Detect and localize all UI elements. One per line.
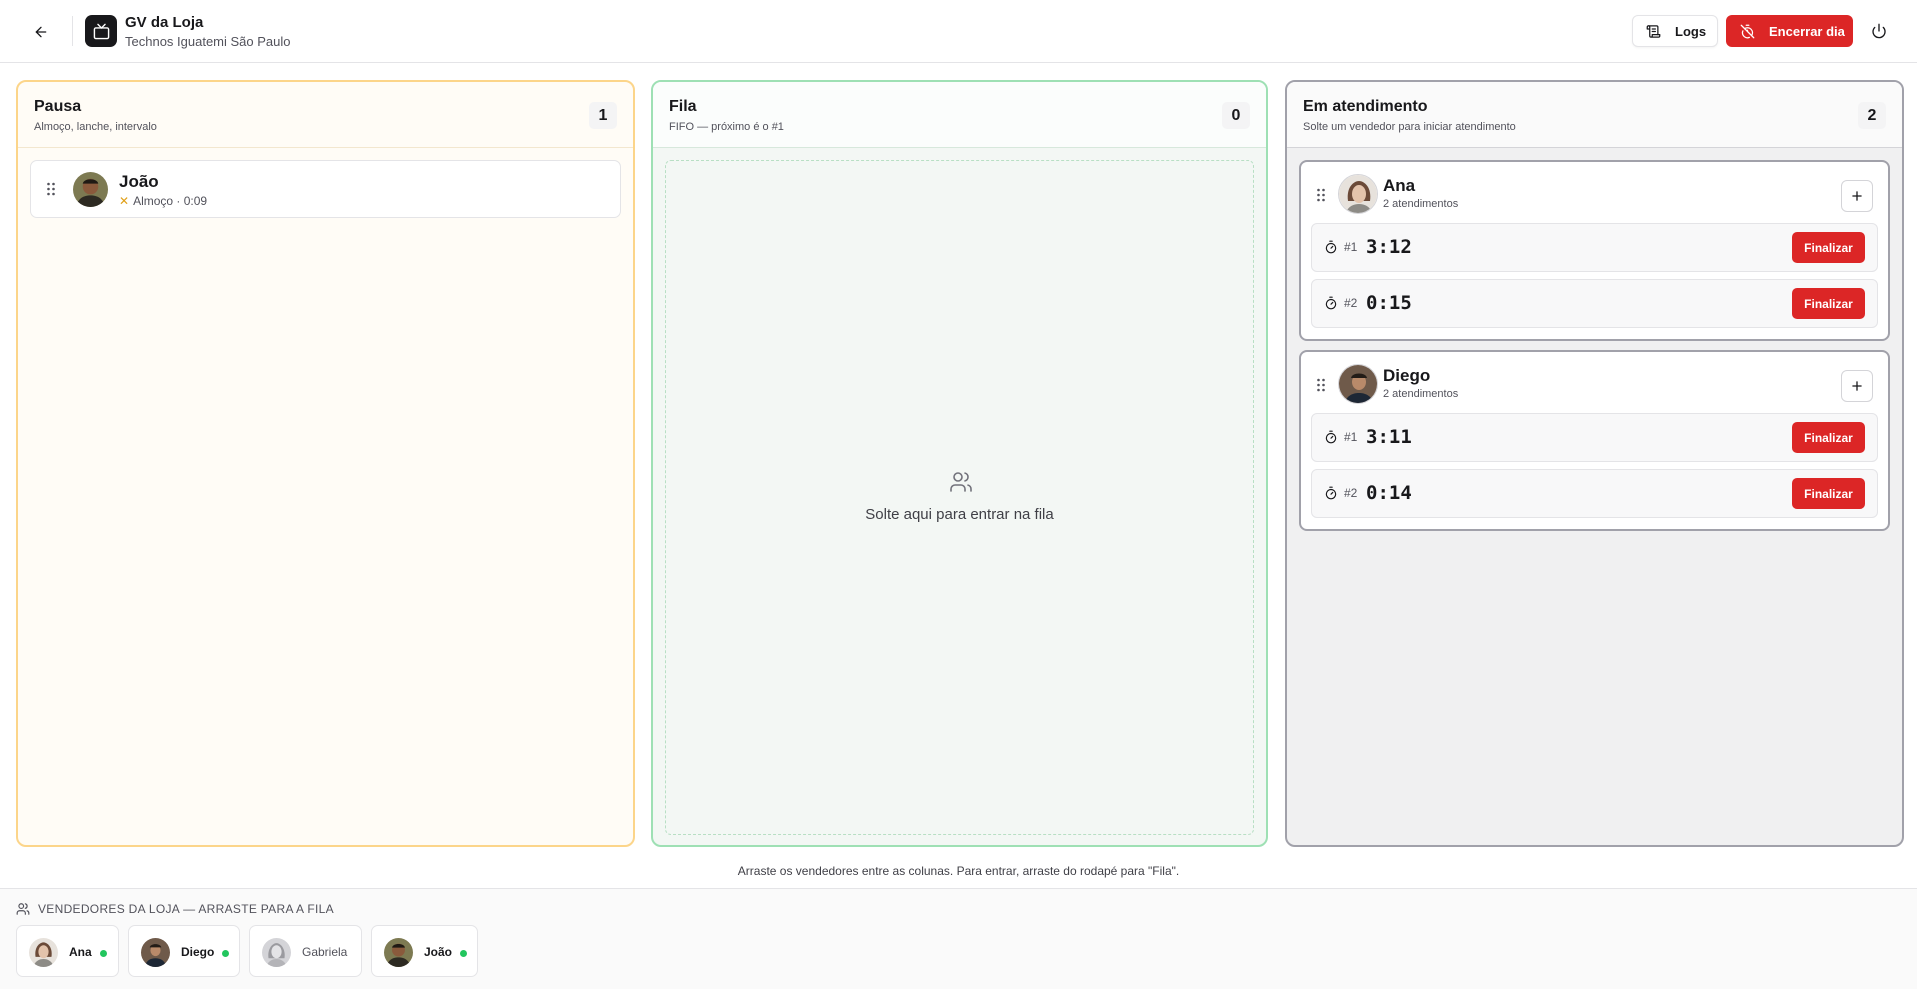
pause-column-title: Pausa [34, 98, 82, 115]
grip-icon[interactable] [46, 182, 56, 196]
serving-seller-card[interactable]: Diego 2 atendimentos #1 3:11 Finalizar #… [1299, 350, 1890, 531]
online-dot [460, 950, 467, 957]
timer-off-icon [1740, 24, 1755, 38]
pause-count-badge: 1 [589, 102, 617, 129]
add-session-button[interactable] [1841, 370, 1873, 402]
plus-icon [1852, 191, 1862, 201]
sandwich-icon: ✕ [119, 194, 130, 208]
online-dot [100, 950, 107, 957]
seller-chip-joao[interactable]: João [371, 925, 478, 977]
serving-seller-card[interactable]: Ana 2 atendimentos #1 3:12 Finalizar #2 … [1299, 160, 1890, 341]
seller-chip-name: Ana [69, 945, 92, 959]
timer-icon [1325, 240, 1337, 254]
session-timer: 3:12 [1366, 236, 1412, 258]
finish-button[interactable]: Finalizar [1792, 232, 1865, 263]
finish-button[interactable]: Finalizar [1792, 478, 1865, 509]
session-number: #2 [1344, 486, 1358, 500]
queue-column-title: Fila [669, 98, 697, 115]
scroll-icon [1646, 24, 1661, 38]
queue-column-subtitle: FIFO — próximo é o #1 [669, 121, 784, 133]
pause-status-text: Almoço · 0:09 [133, 194, 208, 208]
seller-session-count: 2 atendimentos [1383, 388, 1459, 400]
logs-button[interactable]: Logs [1632, 15, 1718, 47]
plus-icon [1852, 381, 1862, 391]
sellers-footer: VENDEDORES DA LOJA — ARRASTE PARA A FILA… [0, 888, 1917, 989]
pause-column-header: Pausa Almoço, lanche, intervalo 1 [18, 82, 633, 148]
end-day-button[interactable]: Encerrar dia [1726, 15, 1853, 47]
footer-title: VENDEDORES DA LOJA — ARRASTE PARA A FILA [16, 902, 334, 916]
app-header: GV da Loja Technos Iguatemi São Paulo Lo… [0, 0, 1917, 63]
avatar [73, 172, 108, 207]
serving-count-badge: 2 [1858, 102, 1886, 129]
store-logo [85, 15, 117, 47]
seller-session-count: 2 atendimentos [1383, 198, 1459, 210]
seller-chip-name: Diego [181, 945, 215, 959]
avatar [1338, 364, 1378, 404]
users-icon [949, 470, 973, 499]
seller-name: João [119, 172, 159, 191]
serving-column-header: Em atendimento Solte um vendedor para in… [1287, 82, 1902, 148]
pause-column[interactable]: Pausa Almoço, lanche, intervalo 1 João ✕… [16, 80, 635, 847]
add-session-button[interactable] [1841, 180, 1873, 212]
avatar [1338, 174, 1378, 214]
timer-icon [1325, 430, 1337, 444]
tv-icon [93, 23, 109, 39]
arrow-left-icon [35, 26, 47, 38]
timer-icon [1325, 486, 1337, 500]
page-title: GV da Loja [125, 14, 204, 31]
avatar [29, 938, 58, 967]
pause-seller-card[interactable]: João ✕ Almoço · 0:09 [30, 160, 621, 218]
end-day-label: Encerrar dia [1769, 23, 1845, 39]
finish-button[interactable]: Finalizar [1792, 288, 1865, 319]
session-number: #1 [1344, 430, 1358, 444]
session-timer: 3:11 [1366, 426, 1412, 448]
session-number: #1 [1344, 240, 1358, 254]
seller-chip-ana[interactable]: Ana [16, 925, 119, 977]
serving-column-title: Em atendimento [1303, 98, 1428, 115]
avatar [384, 938, 413, 967]
finish-button[interactable]: Finalizar [1792, 422, 1865, 453]
seller-chip-gabriela[interactable]: Gabriela [249, 925, 362, 977]
seller-name: Ana [1383, 176, 1416, 195]
seller-name: Diego [1383, 366, 1431, 385]
back-button[interactable] [28, 19, 54, 45]
store-name: Technos Iguatemi São Paulo [125, 34, 291, 49]
session-timer: 0:14 [1366, 482, 1412, 504]
drag-hint: Arraste os vendedores entre as colunas. … [737, 864, 1180, 878]
serving-column[interactable]: Em atendimento Solte um vendedor para in… [1285, 80, 1904, 847]
grip-icon[interactable] [1316, 188, 1326, 202]
session-row: #1 3:11 Finalizar [1311, 413, 1878, 462]
header-divider [72, 16, 73, 46]
seller-chip-name: João [424, 945, 453, 959]
timer-icon [1325, 296, 1337, 310]
seller-chip-name: Gabriela [302, 945, 348, 959]
avatar [141, 938, 170, 967]
queue-count-badge: 0 [1222, 102, 1250, 129]
session-row: #1 3:12 Finalizar [1311, 223, 1878, 272]
footer-title-text: VENDEDORES DA LOJA — ARRASTE PARA A FILA [38, 902, 334, 916]
grip-icon[interactable] [1316, 378, 1326, 392]
serving-column-subtitle: Solte um vendedor para iniciar atendimen… [1303, 121, 1516, 133]
power-icon [1872, 23, 1886, 39]
queue-dropzone[interactable]: Solte aqui para entrar na fila [665, 160, 1254, 835]
users-icon [16, 903, 30, 915]
queue-column[interactable]: Fila FIFO — próximo é o #1 0 Solte aqui … [651, 80, 1268, 847]
online-dot [222, 950, 229, 957]
pause-status: ✕ Almoço · 0:09 [119, 194, 207, 208]
logs-label: Logs [1675, 23, 1707, 39]
seller-chip-diego[interactable]: Diego [128, 925, 240, 977]
queue-empty-text: Solte aqui para entrar na fila [865, 506, 1054, 523]
pause-column-subtitle: Almoço, lanche, intervalo [34, 121, 157, 133]
session-number: #2 [1344, 296, 1358, 310]
session-timer: 0:15 [1366, 292, 1412, 314]
session-row: #2 0:15 Finalizar [1311, 279, 1878, 328]
session-row: #2 0:14 Finalizar [1311, 469, 1878, 518]
logout-button[interactable] [1866, 18, 1892, 44]
queue-column-header: Fila FIFO — próximo é o #1 0 [653, 82, 1266, 148]
avatar [262, 938, 291, 967]
